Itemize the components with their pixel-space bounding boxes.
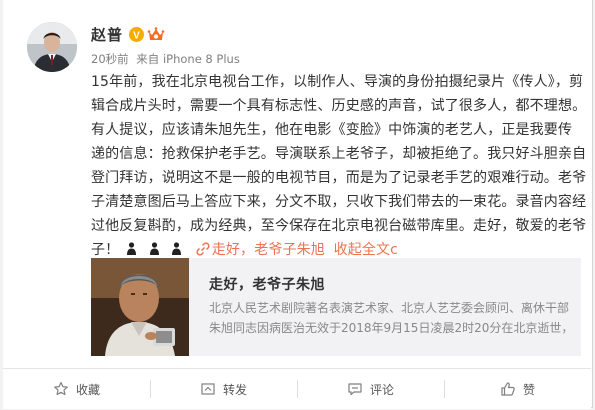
repost-icon xyxy=(201,383,215,395)
favorite-label: 收藏 xyxy=(75,382,100,397)
avatar[interactable] xyxy=(27,22,77,72)
favorite-button[interactable]: 收藏 xyxy=(3,369,150,409)
article-desc-line: 朱旭同志因病医治无效于2018年9月15日凌晨2时20分在北京逝世， xyxy=(209,321,574,335)
link-icon xyxy=(196,242,210,256)
collapse-label: 收起全文 xyxy=(333,242,391,258)
sad-candle-emoji-icon xyxy=(172,242,182,255)
sad-candle-emoji-icon xyxy=(149,242,159,255)
collapse-full-text-link[interactable]: 收起全文c xyxy=(334,242,398,258)
svg-text:V: V xyxy=(133,30,140,41)
post-line: 15年前，我在北京电视台工作，以制作人、导演的身份拍摄纪录片《传人》，剪 xyxy=(91,74,584,90)
comment-label: 评论 xyxy=(369,382,394,397)
post-line-end: 子！ xyxy=(91,242,120,258)
post-line: 有人提议，应该请朱旭先生，他在电影《变脸》中饰演的老艺人，正是我要传 xyxy=(91,122,573,138)
repost-button[interactable]: 转发 xyxy=(150,369,297,409)
weibo-post-card: 赵普 V 20秒前 来自 iPhone 8 Plus 15年前，我在北京电视台工… xyxy=(3,0,593,409)
article-card[interactable]: 走好，老爷子朱旭 北京人民艺术剧院著名表演艺术家、北京人艺艺委会顾问、离休干部 … xyxy=(91,258,581,356)
repost-label: 转发 xyxy=(222,382,247,397)
sad-candle-emoji-icon xyxy=(126,242,136,255)
user-name-row: 赵普 V xyxy=(91,24,165,44)
article-desc-line: 北京人民艺术剧院著名表演艺术家、北京人艺艺委会顾问、离休干部 xyxy=(209,301,570,315)
article-description: 北京人民艺术剧院著名表演艺术家、北京人艺艺委会顾问、离休干部 朱旭同志因病医治无… xyxy=(209,298,574,338)
post-line: 递的信息：抢救保护老手艺。导演联系上老爷子，却被拒绝了。我只好斗胆亲自 xyxy=(91,146,587,162)
post-body: 15年前，我在北京电视台工作，以制作人、导演的身份拍摄纪录片《传人》，剪 辑合成… xyxy=(91,70,587,262)
post-time[interactable]: 20秒前 xyxy=(91,52,129,66)
article-link-text: 走好，老爷子朱旭 xyxy=(211,242,325,258)
comment-icon xyxy=(348,383,362,396)
article-link[interactable]: 走好，老爷子朱旭 xyxy=(196,242,330,258)
like-label: 赞 xyxy=(522,382,535,397)
post-line: 子清楚意图后马上答应下来，分文不取，只收下我们带去的一束花。录音内容经 xyxy=(91,194,587,210)
post-line: 过他反复斟酌，成为经典，至今保存在北京电视台磁带库里。走好，敬爱的老爷 xyxy=(91,218,587,234)
source-label: 来自 xyxy=(136,52,160,66)
article-title[interactable]: 走好，老爷子朱旭 xyxy=(209,274,325,294)
post-line: 登门拜访，说明这不是一般的电视节目，而是为了记录老手艺的艰难行动。老爷 xyxy=(91,170,587,186)
thumbs-up-icon xyxy=(501,382,515,396)
post-line: 辑合成片头时，需要一个具有标志性、历史感的声音，试了很多人，都不理想。 xyxy=(91,98,587,114)
article-thumbnail xyxy=(91,258,189,356)
action-bar: 收藏 转发 评论 赞 xyxy=(3,368,591,409)
post-meta: 20秒前 来自 iPhone 8 Plus xyxy=(91,51,240,67)
collapse-suffix: c xyxy=(390,242,399,258)
comment-button[interactable]: 评论 xyxy=(297,369,444,409)
user-name[interactable]: 赵普 xyxy=(91,24,123,45)
like-button[interactable]: 赞 xyxy=(444,369,591,409)
vip-crown-icon[interactable] xyxy=(147,26,165,42)
star-icon xyxy=(54,381,68,396)
source-device[interactable]: iPhone 8 Plus xyxy=(163,52,240,66)
verified-icon[interactable]: V xyxy=(129,26,145,42)
